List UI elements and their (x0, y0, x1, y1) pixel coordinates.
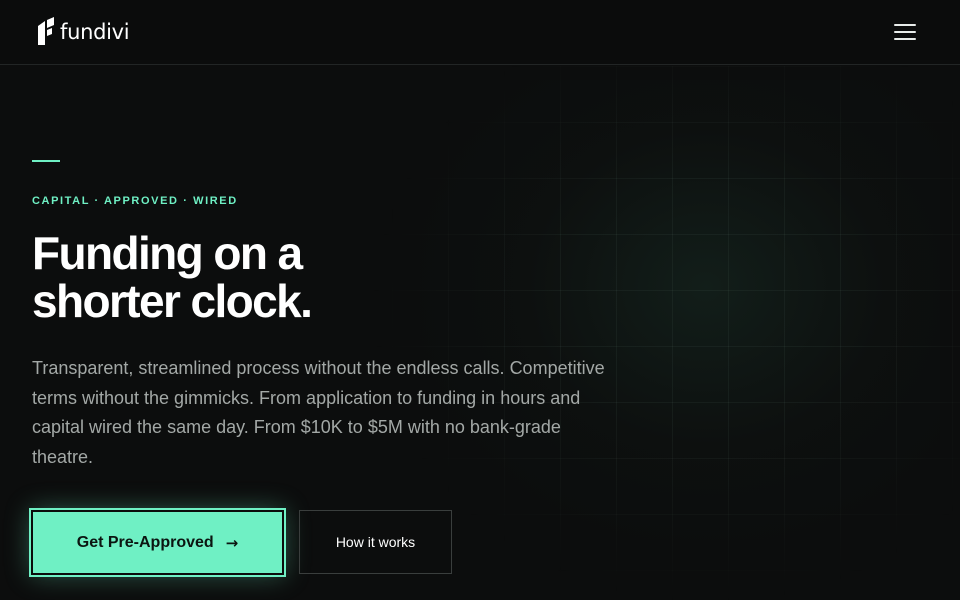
how-it-works-label: How it works (335, 534, 416, 550)
menu-bar (894, 31, 916, 33)
headline-line-1: Funding on a (32, 227, 303, 279)
headline-line-2: shorter clock. (32, 275, 313, 327)
landing-page: fundivi CAPITAL · APPROVED · WIRED Fundi… (0, 0, 960, 600)
hamburger-menu-icon[interactable] (894, 24, 916, 40)
accent-divider (32, 160, 60, 162)
arrow-right-icon: → (225, 533, 239, 552)
menu-bar (894, 38, 916, 40)
get-pre-approved-label: Get Pre-Approved (76, 533, 214, 551)
how-it-works-button[interactable]: How it works (299, 510, 452, 574)
site-header: fundivi (0, 0, 960, 65)
brand-logo-link[interactable]: fundivi (36, 17, 130, 47)
hero-headline: Funding on a shorter clock. (32, 229, 552, 325)
hero-subtext: Transparent, streamlined process without… (32, 358, 605, 467)
menu-bar (894, 24, 916, 26)
hero-eyebrow: CAPITAL · APPROVED · WIRED (32, 195, 238, 207)
fundivi-logo-mark-icon (38, 17, 54, 45)
get-pre-approved-button[interactable]: Get Pre-Approved → (29, 508, 286, 577)
brand-name: fundivi (60, 20, 130, 44)
